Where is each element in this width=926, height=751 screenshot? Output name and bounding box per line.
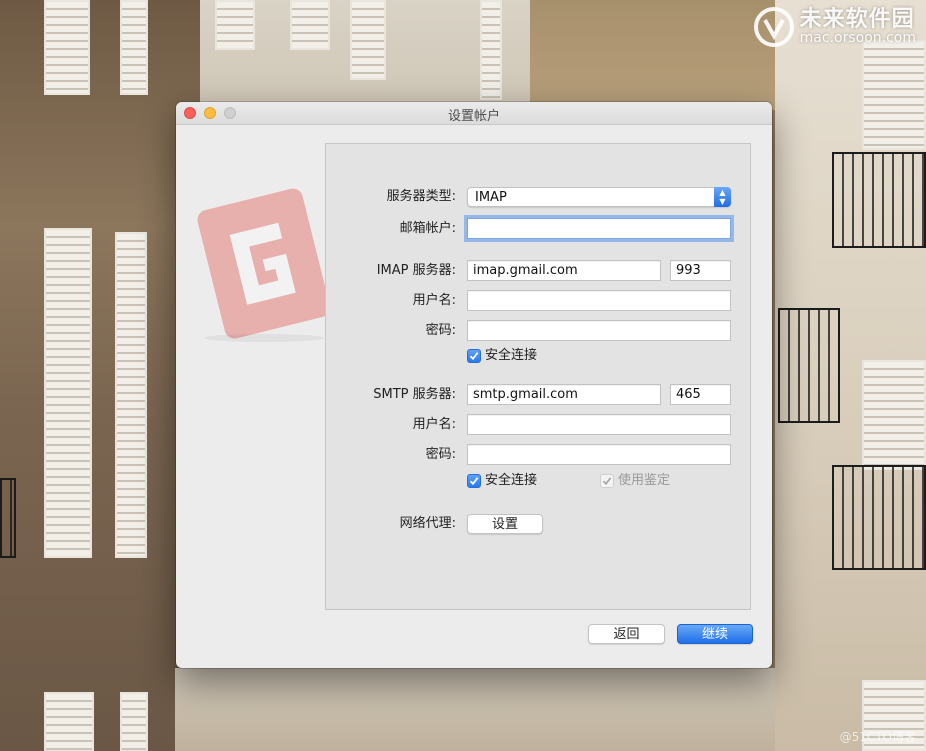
window-shutter — [120, 0, 148, 95]
balcony-railing — [832, 465, 926, 570]
server-type-select[interactable]: IMAP ▲ ▼ — [467, 187, 731, 207]
corner-watermark: @51CTO博客 — [839, 730, 916, 744]
email-account-label: 邮箱帐户: — [399, 221, 456, 236]
watermark: 未来软件园 mac.orsoon.com — [753, 6, 916, 48]
bg-building-left — [0, 0, 200, 751]
window-shutter — [44, 228, 92, 558]
window-shutter — [120, 692, 148, 751]
window-shutter — [115, 232, 147, 558]
server-type-label: 服务器类型: — [386, 189, 456, 204]
smtp-password-input[interactable] — [467, 444, 731, 465]
imap-password-label: 密码: — [425, 323, 456, 338]
smtp-port-input[interactable] — [670, 384, 731, 405]
smtp-server-input[interactable] — [467, 384, 661, 405]
checkmark-icon — [469, 477, 479, 486]
imap-secure-checkbox[interactable] — [467, 349, 481, 363]
titlebar[interactable]: 设置帐户 — [176, 102, 772, 125]
proxy-settings-button[interactable]: 设置 — [467, 514, 543, 534]
window-shutter — [350, 0, 386, 80]
setup-account-window: 设置帐户 服务器类型: IMAP ▲▼ 邮箱帐户: IMAP 服务器: 用户名:… — [176, 102, 772, 668]
smtp-secure-checkbox[interactable] — [467, 474, 481, 488]
window-shutter — [290, 0, 330, 50]
imap-username-input[interactable] — [467, 290, 731, 311]
watermark-logo-icon — [753, 6, 795, 48]
imap-port-input[interactable] — [670, 260, 731, 281]
smtp-username-label: 用户名: — [412, 417, 456, 432]
window-shutter — [44, 0, 90, 95]
imap-secure-label: 安全连接 — [485, 348, 538, 363]
watermark-name: 未来软件园 — [799, 7, 915, 33]
balcony-railing — [0, 478, 16, 558]
imap-username-label: 用户名: — [412, 293, 456, 308]
smtp-server-label: SMTP 服务器: — [373, 387, 456, 402]
balcony-railing — [778, 308, 840, 423]
imap-password-input[interactable] — [467, 320, 731, 341]
imap-server-label: IMAP 服务器: — [376, 263, 456, 278]
window-shutter — [862, 360, 926, 470]
chevron-updown-icon: ▲ ▼ — [714, 187, 731, 207]
window-shutter — [862, 40, 926, 150]
continue-button[interactable]: 继续 — [677, 624, 753, 644]
bg-building-bottom — [175, 668, 775, 751]
smtp-secure-label: 安全连接 — [485, 473, 538, 488]
back-button[interactable]: 返回 — [588, 624, 665, 644]
imap-server-input[interactable] — [467, 260, 661, 281]
bg-building-top-right — [530, 0, 790, 110]
server-type-value: IMAP — [475, 190, 507, 205]
checkmark-icon — [469, 352, 479, 361]
checkmark-icon — [602, 477, 612, 486]
window-shutter — [44, 692, 94, 751]
window-title: 设置帐户 — [447, 109, 500, 124]
network-proxy-label: 网络代理: — [399, 516, 456, 531]
smtp-username-input[interactable] — [467, 414, 731, 435]
settings-panel — [325, 143, 751, 610]
window-shutter — [215, 0, 255, 50]
smtp-auth-checkbox[interactable] — [600, 474, 614, 488]
window-shutter — [480, 0, 502, 100]
email-account-input[interactable] — [467, 218, 731, 239]
watermark-url: mac.orsoon.com — [799, 30, 916, 47]
smtp-auth-label: 使用鉴定 — [618, 473, 671, 488]
smtp-password-label: 密码: — [425, 447, 456, 462]
balcony-railing — [832, 152, 926, 248]
